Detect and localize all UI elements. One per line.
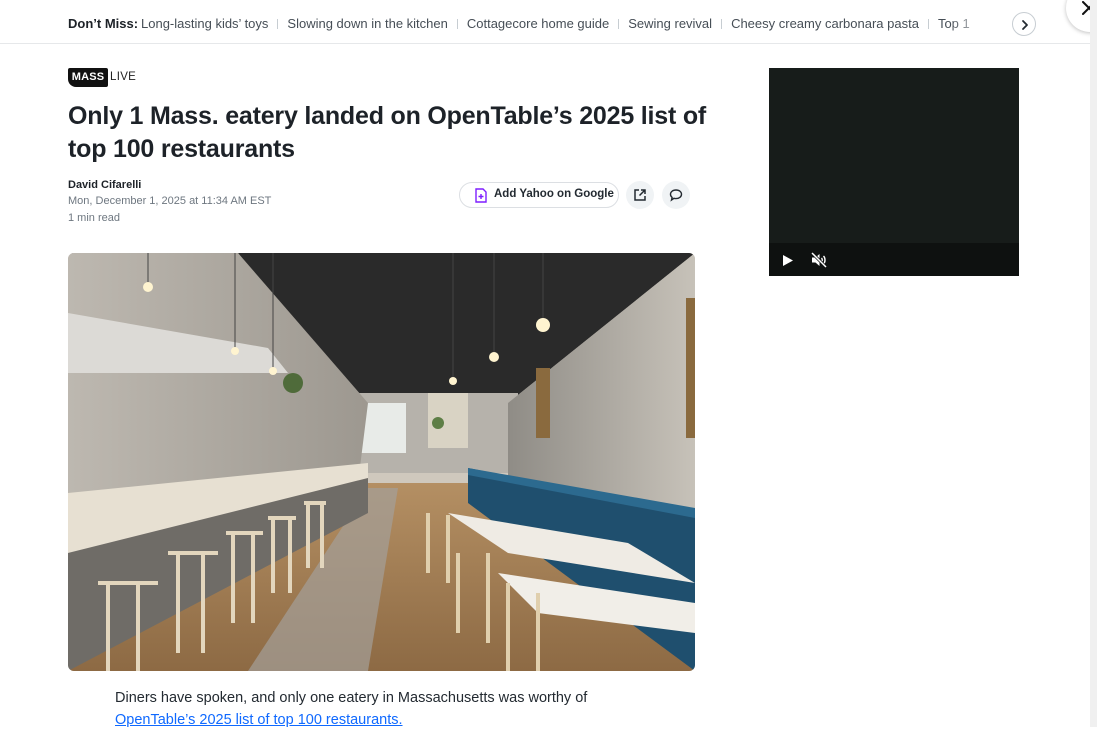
dont-miss-item[interactable]: Slowing down in the kitchen (287, 16, 447, 31)
article-headline: Only 1 Mass. eatery landed on OpenTable’… (68, 102, 707, 163)
dont-miss-list: Long-lasting kids’ toys Slowing down in t… (141, 16, 983, 34)
list-fade (950, 10, 990, 36)
video-controls (769, 243, 1019, 276)
share-button[interactable] (626, 181, 654, 209)
dont-miss-label: Don’t Miss: (68, 16, 139, 31)
hero-image[interactable] (68, 253, 695, 671)
author-name[interactable]: David Cifarelli (68, 179, 141, 191)
publish-date: Mon, December 1, 2025 at 11:34 AM EST (68, 195, 272, 207)
dont-miss-item[interactable]: Long-lasting kids’ toys (141, 16, 268, 31)
video-player[interactable] (769, 68, 1019, 276)
scrollbar[interactable] (1090, 0, 1097, 727)
chevron-right-icon (1022, 20, 1028, 30)
dont-miss-item[interactable]: Cheesy creamy carbonara pasta (731, 16, 919, 31)
divider (927, 19, 929, 29)
share-icon (634, 189, 646, 201)
play-icon[interactable] (782, 254, 794, 267)
divider (277, 19, 279, 29)
dont-miss-item[interactable]: Sewing revival (628, 16, 712, 31)
muted-speaker-icon[interactable] (810, 251, 828, 269)
logo-live: LIVE (110, 71, 137, 83)
comments-button[interactable] (662, 181, 690, 209)
add-yahoo-on-google-button[interactable]: Add Yahoo on Google (459, 182, 619, 208)
restaurant-interior-photo (68, 253, 695, 671)
divider (721, 19, 723, 29)
body-text-line: Diners have spoken, and only one eatery … (115, 690, 588, 706)
dont-miss-bar: Don’t Miss: Long-lasting kids’ toys Slowi… (0, 0, 1090, 44)
divider (456, 19, 458, 29)
add-yahoo-label: Add Yahoo on Google (494, 188, 614, 200)
google-add-icon (475, 188, 487, 203)
divider (618, 19, 620, 29)
opentable-list-link[interactable]: OpenTable’s 2025 list of top 100 restaur… (115, 712, 403, 728)
dont-miss-item[interactable]: Cottagecore home guide (467, 16, 609, 31)
comment-icon (669, 189, 683, 202)
dont-miss-next-button[interactable] (1012, 12, 1036, 36)
logo-mass: MASS (68, 68, 108, 87)
read-time: 1 min read (68, 212, 120, 224)
article-body-paragraph: Diners have spoken, and only one eatery … (115, 687, 695, 731)
